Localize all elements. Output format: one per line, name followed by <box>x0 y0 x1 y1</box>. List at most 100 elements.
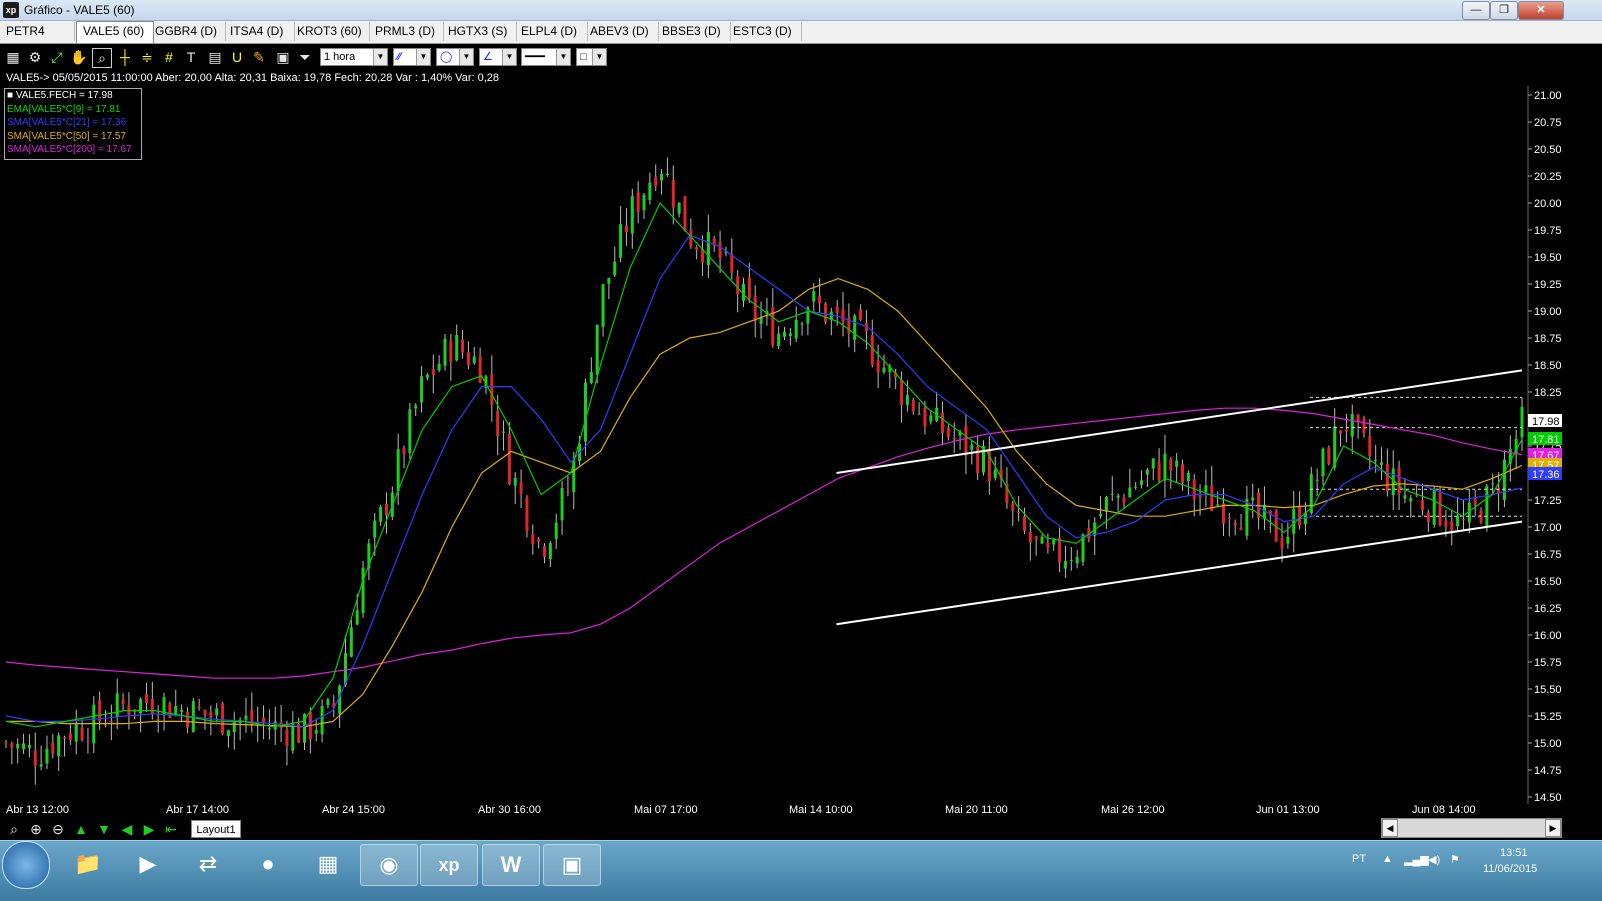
tab-petr4[interactable]: PETR4 (60) <box>0 22 75 57</box>
tab-bbse3[interactable]: BBSE3 (D) <box>656 22 731 41</box>
y-tick-label: 20.50 <box>1534 144 1562 156</box>
xp-app-icon[interactable]: xp <box>420 844 478 886</box>
arrow-right-icon[interactable]: ▶ <box>139 819 159 839</box>
candle-body <box>1011 502 1015 511</box>
period-select[interactable]: 1 hora ▼ <box>320 48 388 66</box>
briefcase-icon[interactable]: ▣ <box>274 48 292 66</box>
language-indicator[interactable]: PT <box>1352 853 1366 865</box>
layout-tab[interactable]: Layout1 <box>191 820 241 838</box>
signal-icon[interactable]: ▂▄▆ <box>1404 853 1429 866</box>
candle-body <box>1175 460 1179 467</box>
zoom-area-icon[interactable]: ⌕ <box>92 48 112 68</box>
tab-krot3[interactable]: KROT3 (60) <box>291 22 370 41</box>
candle-body <box>1520 406 1524 438</box>
explorer-icon[interactable]: 📁 <box>60 844 116 884</box>
candle-body <box>1280 538 1284 549</box>
zoom-out-icon[interactable]: ⊖ <box>48 819 68 839</box>
candle-body <box>226 730 230 737</box>
media-player-icon[interactable]: ▶ <box>120 844 176 884</box>
pen-tool-select[interactable]: ∠ ▼ <box>479 48 517 66</box>
filter-icon[interactable]: ⏷ <box>296 48 314 66</box>
tab-hgtx3[interactable]: HGTX3 (S) <box>442 22 517 41</box>
candle-body <box>1426 512 1430 522</box>
tab-elpl4[interactable]: ELPL4 (D) <box>515 22 588 41</box>
close-button[interactable]: ✕ <box>1518 1 1564 20</box>
flag-icon[interactable]: ⚑ <box>1450 853 1460 866</box>
candle-body <box>1058 538 1062 563</box>
tab-ggbr4[interactable]: GGBR4 (D) <box>149 22 226 41</box>
tray-expand-icon[interactable]: ▲ <box>1382 853 1393 865</box>
y-tick-label: 15.25 <box>1534 711 1562 723</box>
x-tick-label: Mai 20 11:00 <box>945 804 1008 816</box>
y-tick-label: 19.25 <box>1534 279 1562 291</box>
candle-body <box>993 469 997 478</box>
paintbrush-icon[interactable]: ✎ <box>250 48 268 66</box>
chart-type-icon[interactable]: ▦ <box>4 48 22 66</box>
network-icon[interactable]: ⇄ <box>180 844 236 884</box>
zoom-fit-icon[interactable]: ⌕ <box>4 819 24 839</box>
candle-body <box>209 712 213 718</box>
gear-icon[interactable]: ⚙ <box>26 48 44 66</box>
y-tick-label: 16.50 <box>1534 576 1562 588</box>
candle-body <box>613 261 617 276</box>
candle-body <box>718 242 722 259</box>
tab-prml3[interactable]: PRML3 (D) <box>369 22 444 41</box>
tab-vale5[interactable]: VALE5 (60) <box>76 21 154 43</box>
candle-body <box>1339 430 1343 434</box>
zoom-in-icon[interactable]: ⊕ <box>26 819 46 839</box>
magnet-icon[interactable]: U <box>228 48 246 66</box>
y-tick-label: 15.75 <box>1534 657 1562 669</box>
candle-body <box>1292 508 1296 534</box>
tab-itsa4[interactable]: ITSA4 (D) <box>224 22 295 41</box>
candle-body <box>1186 472 1190 482</box>
candle-body <box>1116 495 1120 498</box>
fibonacci-icon[interactable]: ≑ <box>138 48 156 66</box>
candle-body <box>115 693 119 717</box>
arrow-down-icon[interactable]: ▼ <box>94 819 114 839</box>
horizontal-scrollbar[interactable]: ◀ ▶ <box>1381 818 1562 838</box>
y-tick-label: 15.50 <box>1534 684 1562 696</box>
maximize-button[interactable]: ❐ <box>1490 1 1518 20</box>
candle-body <box>660 173 664 181</box>
arrow-left-icon[interactable]: ◀ <box>117 819 137 839</box>
remote-desktop-icon[interactable]: ▣ <box>543 844 601 886</box>
candle-body <box>642 194 646 211</box>
candle-body <box>1216 504 1220 506</box>
y-tick-label: 18.75 <box>1534 333 1562 345</box>
volume-icon[interactable]: ◀) <box>1428 853 1440 866</box>
hand-icon[interactable]: ✋ <box>70 48 88 66</box>
price-chart[interactable]: 21.00 20.75 20.50 20.25 20.00 19.75 19.50 19.25… <box>0 86 1565 804</box>
ellipse-tool-select[interactable]: ◯ ▼ <box>436 48 474 66</box>
candle-body <box>683 196 687 232</box>
crosshair-icon[interactable]: ┼ <box>116 48 134 66</box>
grid-icon[interactable]: # <box>160 48 178 66</box>
trendline-tool-select[interactable]: ⁄⁄ ▼ <box>393 48 431 66</box>
line-style-select[interactable]: ━━━ ▼ <box>521 48 571 66</box>
y-tick-label: 21.00 <box>1534 90 1562 102</box>
candle-body <box>86 741 90 743</box>
candle-body <box>414 405 418 409</box>
candle-body <box>16 743 20 749</box>
color-select[interactable]: □ ▼ <box>576 48 607 66</box>
arrow-end-icon[interactable]: ⇤ <box>161 819 181 839</box>
word-icon[interactable]: W <box>482 844 540 886</box>
vector-icon[interactable]: ▦ <box>300 844 356 884</box>
candle-body <box>777 333 781 347</box>
scroll-right-button[interactable]: ▶ <box>1545 819 1561 837</box>
candle-body <box>911 399 915 412</box>
hp-icon[interactable]: ● <box>240 844 296 884</box>
candle-body <box>1286 536 1290 544</box>
text-icon[interactable]: T <box>182 48 200 66</box>
line-tool-icon[interactable]: ⤢ <box>48 48 66 66</box>
candle-body <box>1491 483 1495 485</box>
candle-body <box>1321 448 1325 476</box>
start-button[interactable] <box>2 841 50 889</box>
tab-abev3[interactable]: ABEV3 (D) <box>584 22 659 41</box>
arrow-up-icon[interactable]: ▲ <box>71 819 91 839</box>
chrome-icon[interactable]: ◉ <box>360 844 418 886</box>
minimize-button[interactable]: — <box>1462 1 1490 20</box>
tab-estc3[interactable]: ESTC3 (D) <box>727 22 802 41</box>
scroll-left-button[interactable]: ◀ <box>1382 819 1398 837</box>
candle-body <box>513 477 517 486</box>
calculator-icon[interactable]: ▤ <box>206 48 224 66</box>
